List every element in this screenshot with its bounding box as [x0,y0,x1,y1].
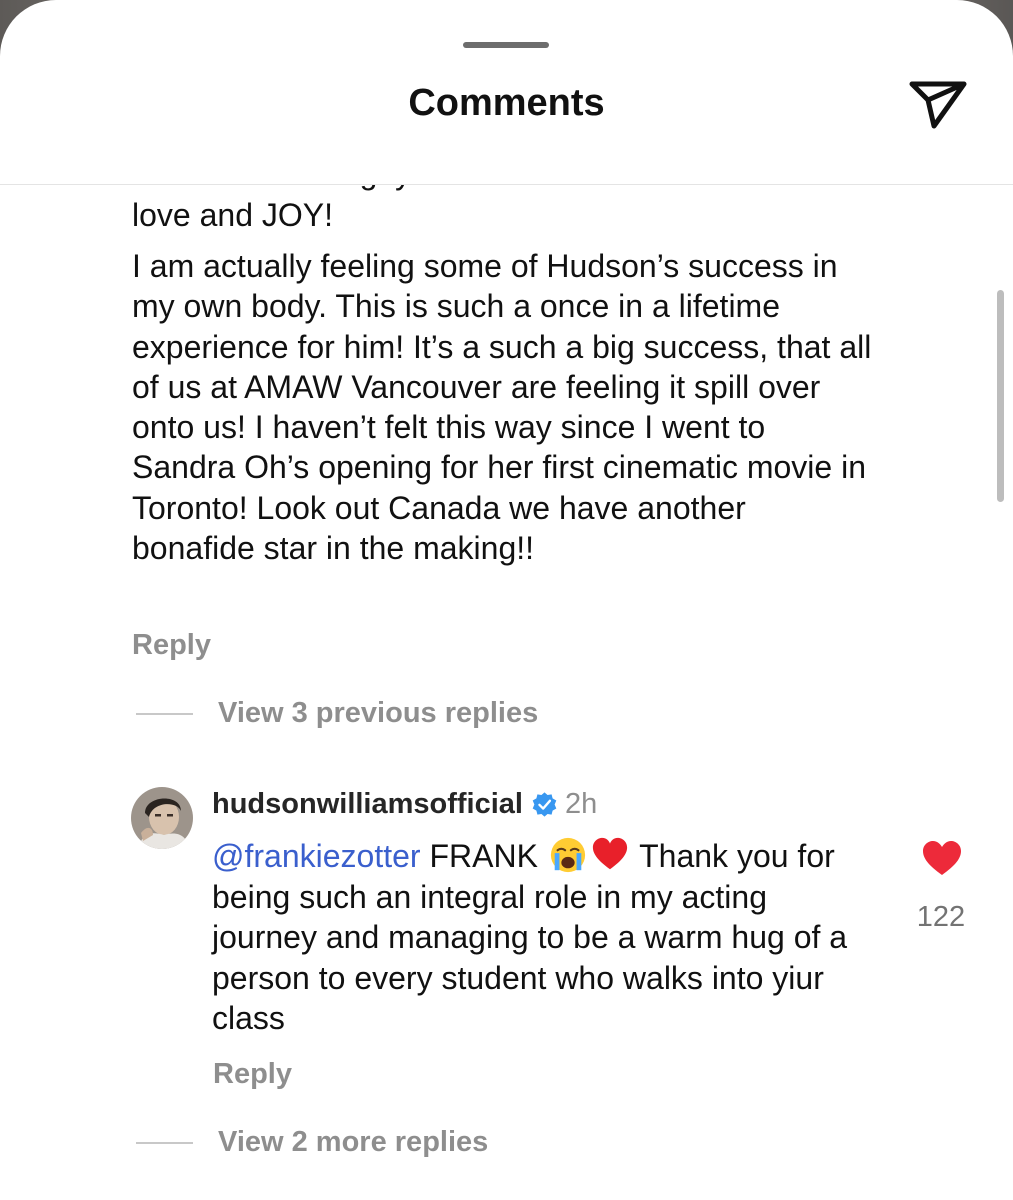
view-more-replies-button[interactable]: View 2 more replies [136,1126,488,1159]
reply-reply-button[interactable]: Reply [213,1058,292,1091]
like-count: 122 [916,901,966,933]
comment-reply-button[interactable]: Reply [132,629,211,662]
avatar-image [131,787,193,849]
divider-dash [136,712,193,715]
reply-text-start: FRANK [429,838,538,874]
reply-text: @frankiezotter FRANK Thank you for being… [212,836,872,1039]
view-previous-replies-label: View 3 previous replies [218,697,539,729]
verified-badge-icon [532,792,557,817]
divider-dash [136,1141,193,1144]
mention-link[interactable]: @frankiezotter [212,838,421,874]
sheet-grabber-handle[interactable] [463,42,549,48]
view-more-replies-label: View 2 more replies [218,1126,489,1158]
timestamp: 2h [565,788,598,820]
comment-text-line: love and JOY! [132,197,333,233]
scrollbar[interactable] [997,290,1004,502]
username-link[interactable]: hudsonwilliamsofficial [212,788,523,821]
view-previous-replies-button[interactable]: View 3 previous replies [136,697,538,730]
send-icon [909,81,967,129]
comment-text-partial: THIRSTING for gay stories that had authe… [132,185,872,193]
page-title: Comments [408,82,605,124]
share-button[interactable] [906,76,968,132]
comments-sheet: Comments THIRSTING for gay stories that … [0,0,1013,1200]
avatar[interactable] [131,787,193,849]
heart-filled-icon[interactable] [921,839,963,877]
reply-header: hudsonwilliamsofficial 2h [212,788,597,821]
loudly-crying-face-emoji [550,837,585,873]
red-heart-emoji [592,837,627,870]
comments-list[interactable]: THIRSTING for gay stories that had authe… [0,185,1013,1200]
comment-text-body: I am actually feeling some of Hudson’s s… [132,248,872,567]
